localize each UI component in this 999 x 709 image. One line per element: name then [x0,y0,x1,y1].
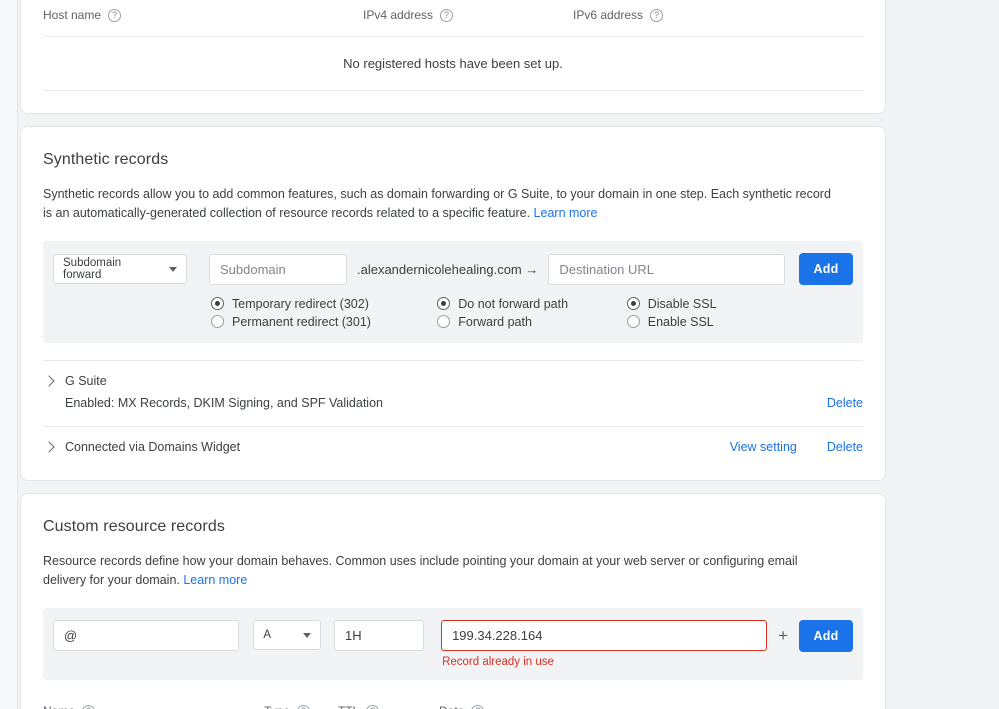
synthetic-records-card: Synthetic records Synthetic records allo… [20,126,886,481]
custom-resource-records-title: Custom resource records [43,518,863,536]
gsuite-expand-toggle[interactable]: G Suite [43,361,863,388]
help-icon[interactable] [366,705,379,709]
radio-permanent-redirect[interactable]: Permanent redirect (301) [211,313,437,330]
custom-record-add-button[interactable]: Add [799,620,853,652]
column-type-label: Type [264,704,290,709]
column-name: Name [43,704,264,709]
ssl-option-group: Disable SSL Enable SSL [627,295,853,331]
column-ipv6-address-label: IPv6 address [573,8,643,22]
column-host-name-label: Host name [43,8,101,22]
help-icon[interactable] [650,9,663,22]
radio-icon [627,315,640,328]
help-icon[interactable] [82,705,95,709]
record-name-input[interactable] [53,620,239,651]
gsuite-record-name: G Suite [65,374,107,388]
record-data-error-message: Record already in use [441,656,767,668]
custom-resource-records-description: Resource records define how your domain … [43,552,843,590]
content-column: Host name IPv4 address IPv6 address No r… [20,0,886,709]
custom-records-header-row: Name Type TTL Data [43,696,863,709]
path-option-group: Do not forward path Forward path [437,295,626,331]
domain-suffix-label: .alexandernicolehealing.com → [357,262,538,277]
help-icon[interactable] [108,9,121,22]
record-data-input[interactable] [441,620,767,651]
radio-icon [437,315,450,328]
registered-hosts-empty-message: No registered hosts have been set up. [43,37,863,90]
help-icon[interactable] [471,705,484,709]
column-ipv6-address: IPv6 address [573,8,663,22]
record-type-select[interactable]: A [253,620,321,650]
help-icon[interactable] [440,9,453,22]
synthetic-records-title: Synthetic records [43,151,863,169]
domains-widget-actions: View setting Delete [730,440,863,454]
column-ipv4-address: IPv4 address [363,8,573,22]
synthetic-record-row-domains-widget: Connected via Domains Widget View settin… [43,426,863,474]
radio-forward-path-label: Forward path [458,315,532,329]
radio-enable-ssl[interactable]: Enable SSL [627,313,853,330]
column-data: Data [439,704,484,709]
domains-widget-delete-link[interactable]: Delete [827,440,863,454]
synthetic-records-description-text: Synthetic records allow you to add commo… [43,187,831,220]
gsuite-record-detail: Enabled: MX Records, DKIM Signing, and S… [65,396,383,410]
record-ttl-input[interactable] [334,620,424,651]
synthetic-learn-more-link[interactable]: Learn more [534,206,598,220]
custom-resource-records-description-text: Resource records define how your domain … [43,554,798,587]
radio-icon [211,315,224,328]
synthetic-add-button[interactable]: Add [799,253,853,285]
gsuite-record-detail-row: Enabled: MX Records, DKIM Signing, and S… [43,388,863,426]
help-icon[interactable] [297,705,310,709]
column-name-label: Name [43,704,75,709]
synthetic-options-row: Temporary redirect (302) Permanent redir… [53,295,853,331]
radio-disable-ssl-label: Disable SSL [648,297,717,311]
gsuite-delete-link[interactable]: Delete [827,396,863,410]
chevron-right-icon [43,441,54,452]
record-type-select-value: A [263,629,271,641]
page-root: Host name IPv4 address IPv6 address No r… [0,0,999,709]
radio-do-not-forward-path[interactable]: Do not forward path [437,295,626,312]
left-rail [0,0,18,709]
column-ipv4-address-label: IPv4 address [363,8,433,22]
radio-enable-ssl-label: Enable SSL [648,315,714,329]
radio-icon-selected [211,297,224,310]
custom-records-learn-more-link[interactable]: Learn more [183,573,247,587]
destination-url-input[interactable] [548,254,785,285]
synthetic-type-select-value: Subdomain forward [63,257,159,281]
redirect-option-group: Temporary redirect (302) Permanent redir… [211,295,437,331]
chevron-down-icon [303,633,311,638]
column-type: Type [264,704,338,709]
plus-icon[interactable]: + [778,620,788,651]
radio-temporary-redirect-label: Temporary redirect (302) [232,297,369,311]
domains-widget-expand-toggle[interactable]: Connected via Domains Widget [43,440,240,454]
subdomain-input[interactable] [209,254,347,285]
registered-hosts-card: Host name IPv4 address IPv6 address No r… [20,0,886,114]
radio-permanent-redirect-label: Permanent redirect (301) [232,315,371,329]
radio-icon-selected [437,297,450,310]
synthetic-records-description: Synthetic records allow you to add commo… [43,185,843,223]
domains-widget-view-setting-link[interactable]: View setting [730,440,797,454]
radio-temporary-redirect[interactable]: Temporary redirect (302) [211,295,437,312]
radio-icon-selected [627,297,640,310]
radio-forward-path[interactable]: Forward path [437,313,626,330]
chevron-right-icon [43,375,54,386]
synthetic-type-select[interactable]: Subdomain forward [53,254,187,284]
column-ttl: TTL [338,704,439,709]
column-data-label: Data [439,704,464,709]
custom-record-form: A Record already in use + Add [43,608,863,680]
radio-do-not-forward-path-label: Do not forward path [458,297,568,311]
column-ttl-label: TTL [338,704,359,709]
custom-resource-records-card: Custom resource records Resource records… [20,493,886,709]
column-host-name: Host name [43,8,363,22]
registered-hosts-header-row: Host name IPv4 address IPv6 address [43,0,863,36]
chevron-down-icon [169,267,177,272]
synthetic-record-row-gsuite: G Suite Enabled: MX Records, DKIM Signin… [43,360,863,426]
synthetic-forward-form: Subdomain forward .alexandernicolehealin… [43,241,863,343]
domains-widget-record-name: Connected via Domains Widget [65,440,240,454]
radio-disable-ssl[interactable]: Disable SSL [627,295,853,312]
